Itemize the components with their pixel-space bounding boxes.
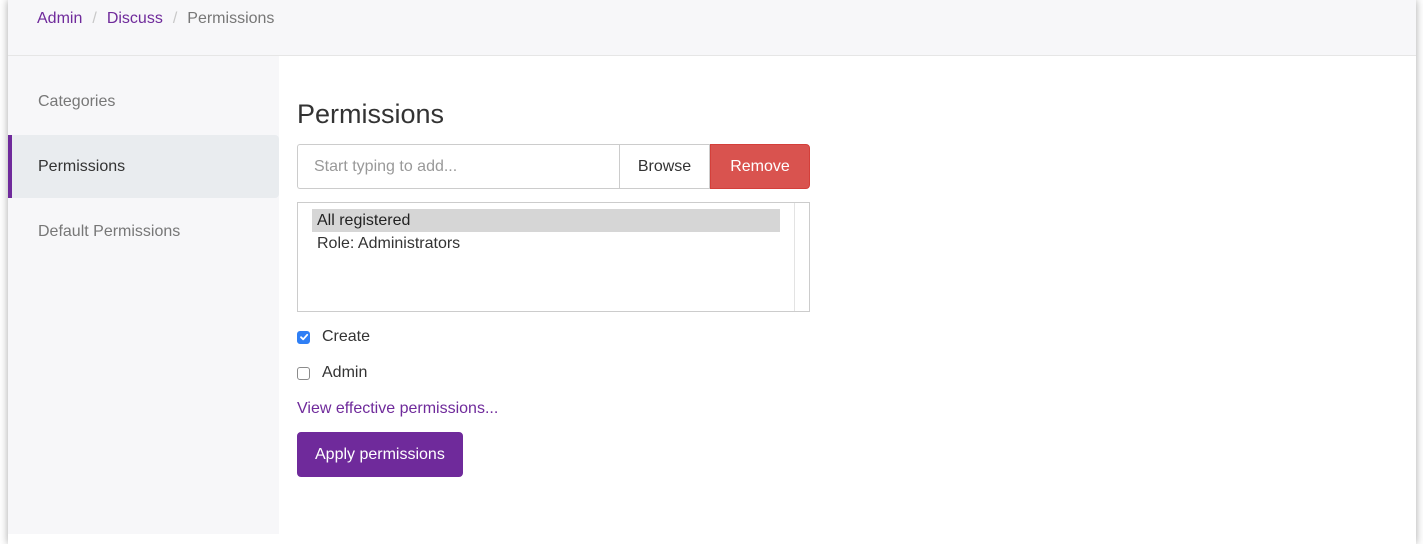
breadcrumb-link-discuss[interactable]: Discuss <box>107 10 163 28</box>
sidebar-item-permissions[interactable]: Permissions <box>8 135 279 198</box>
admin-checkbox[interactable] <box>297 366 310 380</box>
list-option-role-administrators[interactable]: Role: Administrators <box>312 232 780 255</box>
browse-button[interactable]: Browse <box>619 144 710 189</box>
create-label: Create <box>322 328 371 345</box>
view-effective-permissions-link[interactable]: View effective permissions... <box>297 400 1416 418</box>
remove-button[interactable]: Remove <box>710 144 810 189</box>
principal-search-input[interactable] <box>297 144 619 189</box>
sidebar-item-default-permissions[interactable]: Default Permissions <box>8 200 279 263</box>
page-title: Permissions <box>297 99 445 129</box>
breadcrumb-separator: / <box>172 9 178 27</box>
app-window: Admin / Discuss / Permissions Categories… <box>8 0 1416 544</box>
list-option-all-registered[interactable]: All registered <box>312 209 780 232</box>
sidebar: Categories Permissions Default Permissio… <box>8 56 279 534</box>
breadcrumb: Admin / Discuss / Permissions <box>8 0 1416 56</box>
checkmark-icon <box>299 333 308 341</box>
sidebar-item-categories[interactable]: Categories <box>8 70 279 133</box>
breadcrumb-link-admin[interactable]: Admin <box>37 10 82 28</box>
apply-permissions-button[interactable]: Apply permissions <box>297 432 463 477</box>
permission-admin-row[interactable]: Admin <box>297 361 1416 385</box>
listbox-scrollbar[interactable] <box>794 203 809 311</box>
create-checkbox[interactable] <box>297 330 310 344</box>
breadcrumb-current: Permissions <box>187 9 275 27</box>
main-content: Permissions Browse Remove All registered… <box>279 56 1416 534</box>
principal-listbox[interactable]: All registered Role: Administrators <box>297 202 810 312</box>
add-principal-row: Browse Remove <box>297 144 810 189</box>
admin-label: Admin <box>322 364 368 381</box>
permission-create-row[interactable]: Create <box>297 325 1416 349</box>
breadcrumb-separator: / <box>92 9 97 27</box>
